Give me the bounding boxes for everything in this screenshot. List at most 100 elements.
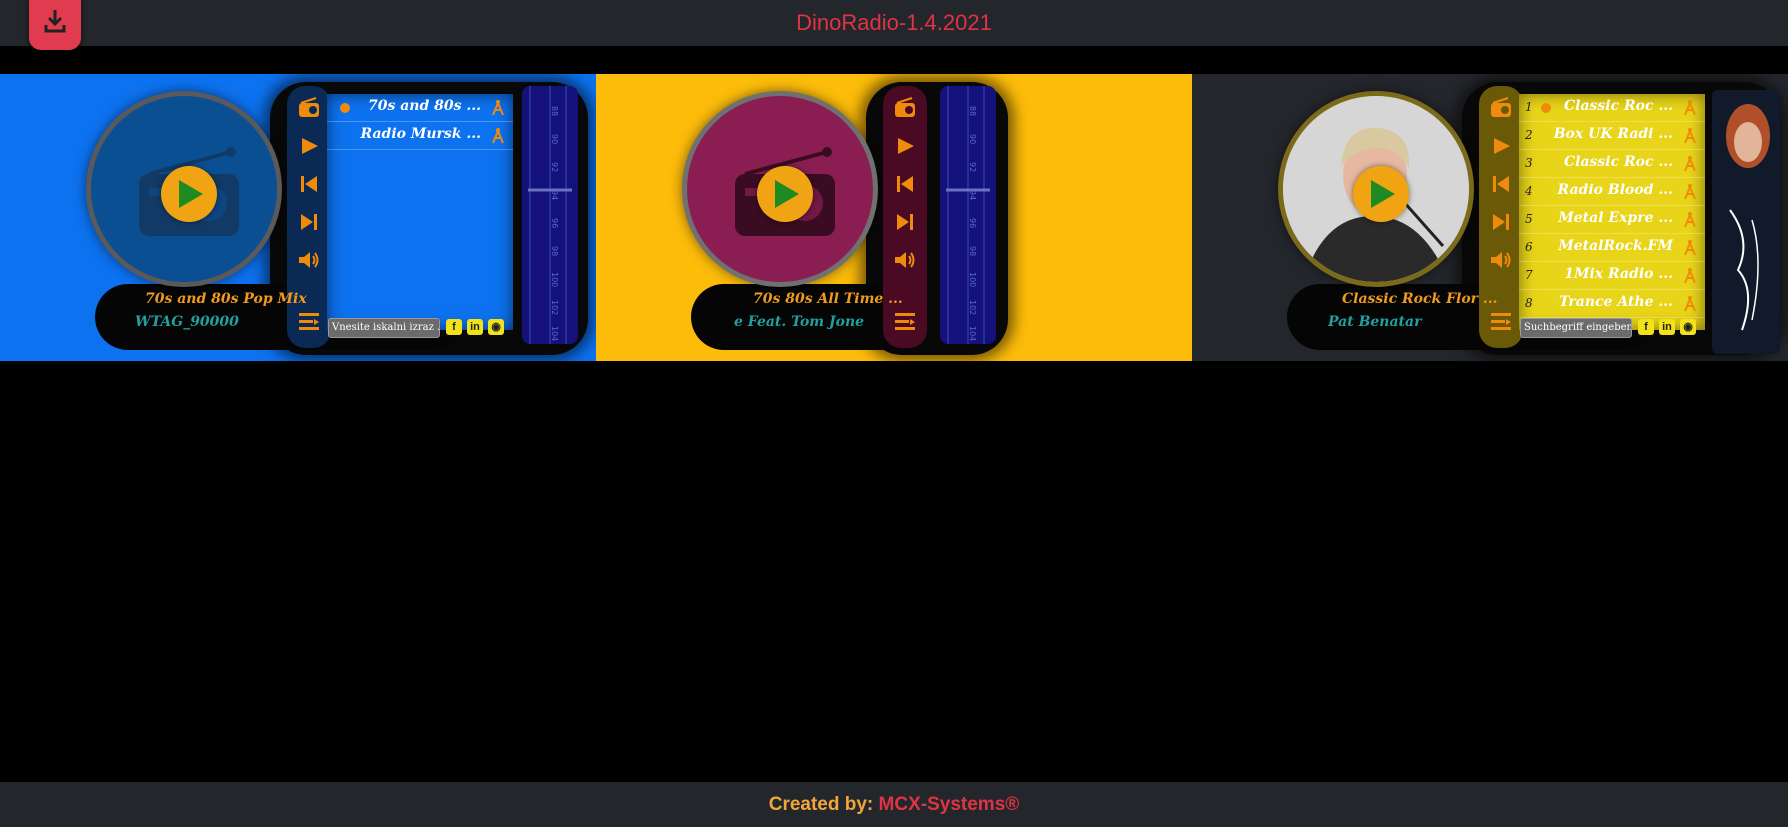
play-icon[interactable] <box>297 134 321 158</box>
list-item[interactable]: 1 Classic Roc ... <box>1519 94 1705 122</box>
prev-icon[interactable] <box>297 172 321 196</box>
facebook-icon[interactable]: f <box>446 319 462 335</box>
svg-text:88: 88 <box>968 106 977 116</box>
play-button[interactable] <box>161 166 217 222</box>
frequency-tuner[interactable]: 88 90 92 94 96 98 100 102 104 <box>940 86 996 344</box>
radio-mode-icon[interactable] <box>893 96 917 120</box>
playlist-icon[interactable] <box>297 310 321 334</box>
station-name: Metal Expre ... <box>1558 210 1673 226</box>
playlist: 1 Classic Roc ... 2 Box UK Radi ... 3 Cl… <box>1519 94 1705 330</box>
linkedin-icon[interactable]: in <box>467 319 483 335</box>
play-icon <box>775 180 799 208</box>
volume-icon[interactable] <box>1489 248 1513 272</box>
row-number: 8 <box>1525 296 1533 310</box>
antenna-icon[interactable] <box>1681 182 1699 200</box>
station-name: Classic Roc ... <box>1563 154 1673 170</box>
list-item[interactable]: 8 Trance Athe ... <box>1519 290 1705 318</box>
artist-title: Pat Benatar <box>1328 314 1422 330</box>
station-name: Classic Roc ... <box>1563 98 1673 114</box>
svg-text:104: 104 <box>550 326 559 341</box>
svg-text:102: 102 <box>550 300 559 315</box>
svg-text:98: 98 <box>968 246 977 256</box>
list-item[interactable]: 4 Radio Blood ... <box>1519 178 1705 206</box>
play-icon <box>179 180 203 208</box>
search-input[interactable]: Suchbegriff eingeben ... <box>1520 318 1632 338</box>
frequency-tuner[interactable]: 88 90 92 94 96 98 100 102 104 <box>522 86 578 344</box>
row-number: 1 <box>1525 100 1533 114</box>
list-item[interactable]: Radio Mursk ... <box>327 122 513 150</box>
svg-text:92: 92 <box>550 162 559 172</box>
list-item[interactable]: 6 MetalRock.FM <box>1519 234 1705 262</box>
active-indicator <box>340 103 350 113</box>
player-controls <box>1479 86 1523 348</box>
list-item[interactable]: 3 Classic Roc ... <box>1519 150 1705 178</box>
list-item[interactable]: 70s and 80s ... <box>327 94 513 122</box>
svg-text:92: 92 <box>968 162 977 172</box>
row-number: 3 <box>1525 156 1533 170</box>
album-disc <box>1278 91 1474 287</box>
list-item[interactable]: 2 Box UK Radi ... <box>1519 122 1705 150</box>
radio-mode-icon[interactable] <box>1489 96 1513 120</box>
antenna-icon[interactable] <box>1681 154 1699 172</box>
playlist: 70s and 80s ... Radio Mursk ... <box>327 94 513 330</box>
svg-text:88: 88 <box>550 106 559 116</box>
antenna-icon[interactable] <box>1681 238 1699 256</box>
svg-text:96: 96 <box>968 218 977 228</box>
svg-text:90: 90 <box>968 134 977 144</box>
footer-brand-link[interactable]: MCX-Systems® <box>879 794 1020 815</box>
player-panel-2: 88 90 92 94 96 98 100 102 104 70s 80s Al… <box>596 74 1192 361</box>
svg-text:94: 94 <box>550 190 559 200</box>
row-number: 5 <box>1525 212 1533 226</box>
svg-text:100: 100 <box>968 272 977 287</box>
playlist-icon[interactable] <box>893 310 917 334</box>
station-name: Trance Athe ... <box>1559 294 1673 310</box>
next-icon[interactable] <box>893 210 917 234</box>
antenna-icon[interactable] <box>1681 294 1699 312</box>
antenna-icon[interactable] <box>1681 266 1699 284</box>
footer: Created by: MCX-Systems® <box>0 782 1788 827</box>
volume-icon[interactable] <box>297 248 321 272</box>
top-bar: DinoRadio-1.4.2021 <box>0 0 1788 50</box>
station-title: 70s and 80s Pop Mix <box>145 291 307 307</box>
artist-image-strip <box>1712 90 1780 354</box>
svg-text:104: 104 <box>968 326 977 341</box>
album-disc <box>86 91 282 287</box>
facebook-icon[interactable]: f <box>1638 319 1654 335</box>
row-number: 2 <box>1525 128 1533 142</box>
svg-text:96: 96 <box>550 218 559 228</box>
volume-icon[interactable] <box>893 248 917 272</box>
player-panel-1: 70s and 80s ... Radio Mursk ... Vnesite … <box>0 74 596 361</box>
play-icon[interactable] <box>1489 134 1513 158</box>
antenna-icon[interactable] <box>489 98 507 116</box>
station-name: 1Mix Radio ... <box>1564 266 1673 282</box>
antenna-icon[interactable] <box>1681 210 1699 228</box>
download-icon <box>44 10 66 33</box>
prev-icon[interactable] <box>1489 172 1513 196</box>
list-item[interactable]: 7 1Mix Radio ... <box>1519 262 1705 290</box>
album-disc <box>682 91 878 287</box>
linkedin-icon[interactable]: in <box>1659 319 1675 335</box>
prev-icon[interactable] <box>893 172 917 196</box>
next-icon[interactable] <box>297 210 321 234</box>
download-button[interactable] <box>29 0 81 50</box>
play-icon[interactable] <box>893 134 917 158</box>
github-icon[interactable]: ◉ <box>488 319 504 335</box>
antenna-icon[interactable] <box>1681 126 1699 144</box>
row-number: 6 <box>1525 240 1533 254</box>
list-item[interactable]: 5 Metal Expre ... <box>1519 206 1705 234</box>
play-button[interactable] <box>1353 166 1409 222</box>
antenna-icon[interactable] <box>1681 98 1699 116</box>
player-controls <box>883 86 927 348</box>
artist-title: e Feat. Tom Jones <box>734 314 864 330</box>
search-input[interactable]: Vnesite iskalni izraz ... <box>328 318 440 338</box>
station-title: 70s 80s All Time ... <box>753 291 903 307</box>
antenna-icon[interactable] <box>489 126 507 144</box>
radio-mode-icon[interactable] <box>297 96 321 120</box>
app-title: DinoRadio-1.4.2021 <box>796 10 992 35</box>
playlist-icon[interactable] <box>1489 310 1513 334</box>
next-icon[interactable] <box>1489 210 1513 234</box>
play-icon <box>1371 180 1395 208</box>
github-icon[interactable]: ◉ <box>1680 319 1696 335</box>
station-name: 70s and 80s ... <box>367 98 481 114</box>
play-button[interactable] <box>757 166 813 222</box>
